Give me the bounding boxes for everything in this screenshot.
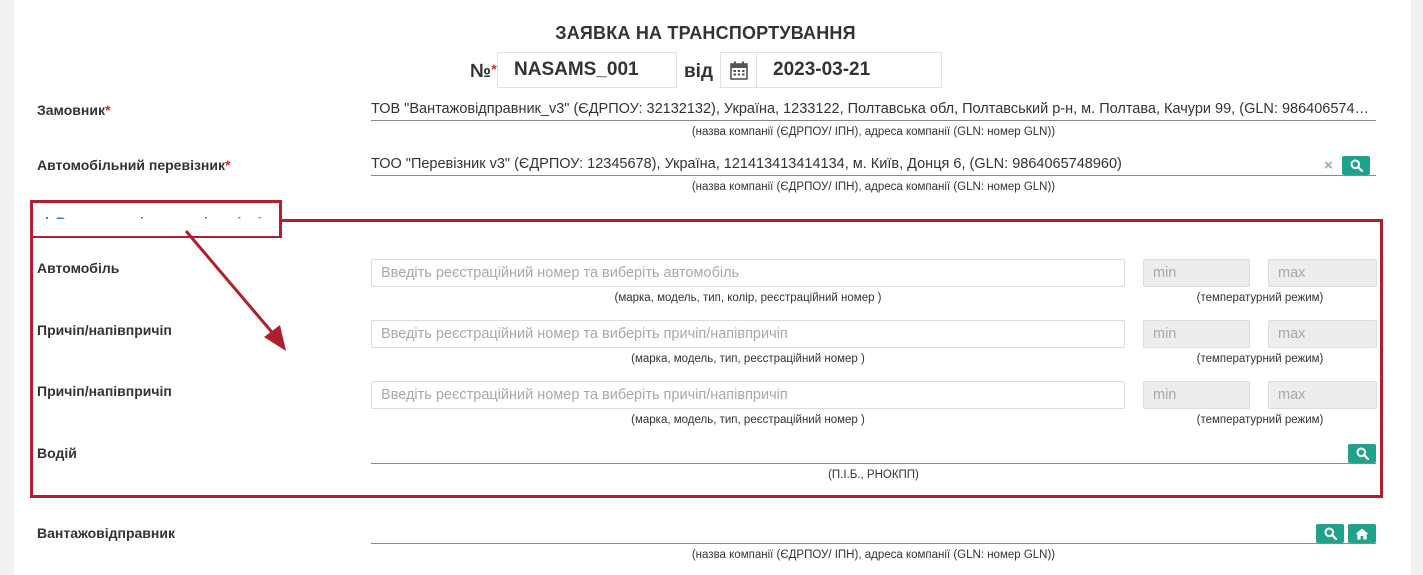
shipper-home-button[interactable]	[1348, 524, 1376, 543]
trailer2-hint-row: (марка, модель, тип, реєстраційний номер…	[371, 414, 1377, 430]
driver-field[interactable]	[371, 443, 1376, 464]
required-mark: *	[491, 61, 497, 77]
trailer2-temp-min-input[interactable]: min	[1143, 381, 1250, 409]
home-icon	[1355, 528, 1369, 539]
trailer2-label: Причіп/напівпричіп	[37, 383, 172, 399]
trailer2-hint: (марка, модель, тип, реєстраційний номер…	[631, 414, 865, 426]
carrier-hint: (назва компанії (ЄДРПОУ/ ІПН), адреса ко…	[691, 181, 1056, 193]
shipper-hint: (назва компанії (ЄДРПОУ/ ІПН), адреса ко…	[691, 549, 1056, 561]
customer-field[interactable]: ТОВ "Вантажовідправник_v3" (ЄДРПОУ: 3213…	[371, 101, 1376, 121]
vehicle-temp-hint: (температурний режим)	[1196, 292, 1324, 304]
trailer1-input[interactable]: Введіть реєстраційний номер та виберіть …	[371, 320, 1125, 348]
trailer2-temp-hint: (температурний режим)	[1196, 414, 1324, 426]
trailer2-input[interactable]: Введіть реєстраційний номер та виберіть …	[371, 381, 1125, 409]
trailer1-label: Причіп/напівпричіп	[37, 322, 172, 338]
driver-search-button[interactable]	[1348, 444, 1376, 463]
number-field[interactable]: NASAMS_001	[497, 52, 677, 88]
search-icon	[1350, 159, 1363, 172]
driver-label: Водій	[37, 445, 77, 461]
required-mark: *	[104, 102, 111, 118]
carrier-search-button[interactable]	[1342, 156, 1370, 175]
trailer2-temp-max-input[interactable]: max	[1268, 381, 1377, 409]
trailer1-hint: (марка, модель, тип, реєстраційний номер…	[631, 353, 865, 365]
number-label: №*	[470, 61, 497, 83]
shipper-label: Вантажовідправник	[37, 525, 175, 541]
carrier-label: Автомобільний перевізник*	[37, 157, 230, 173]
calendar-button[interactable]	[720, 52, 757, 88]
trailer1-temp-min-input[interactable]: min	[1143, 320, 1250, 348]
carrier-field[interactable]: ТОО "Перевізник v3" (ЄДРПОУ: 12345678), …	[371, 156, 1376, 176]
shipper-field[interactable]	[371, 523, 1376, 544]
vehicle-hint: (марка, модель, тип, колір, реєстраційни…	[614, 292, 882, 304]
date-label: від	[684, 61, 714, 82]
search-icon	[1356, 447, 1369, 460]
page-title: ЗАЯВКА НА ТРАНСПОРТУВАННЯ	[555, 23, 856, 43]
trailer1-temp-max-input[interactable]: max	[1268, 320, 1377, 348]
vehicle-label: Автомобіль	[37, 260, 120, 276]
customer-hint: (назва компанії (ЄДРПОУ/ ІПН), адреса ко…	[691, 126, 1056, 138]
clear-icon[interactable]: ×	[1324, 157, 1333, 174]
customer-label: Замовник*	[37, 102, 110, 118]
carrier-label-text: Автомобільний перевізник	[37, 157, 225, 173]
number-label-text: №	[470, 61, 492, 82]
vehicle-input[interactable]: Введіть реєстраційний номер та виберіть …	[371, 259, 1125, 287]
date-field[interactable]: 2023-03-21	[756, 52, 942, 88]
vehicle-temp-max-input[interactable]: max	[1268, 259, 1377, 287]
search-icon	[1324, 527, 1337, 540]
shipper-search-button[interactable]	[1316, 524, 1344, 543]
trailer1-temp-hint: (температурний режим)	[1196, 353, 1324, 365]
calendar-icon	[729, 61, 748, 80]
required-mark: *	[225, 157, 231, 173]
driver-hint: (П.І.Б., РНОКПП)	[828, 469, 919, 481]
annotation-arrow-icon	[184, 230, 286, 351]
customer-label-text: Замовник	[37, 102, 105, 118]
vehicle-temp-min-input[interactable]: min	[1143, 259, 1250, 287]
